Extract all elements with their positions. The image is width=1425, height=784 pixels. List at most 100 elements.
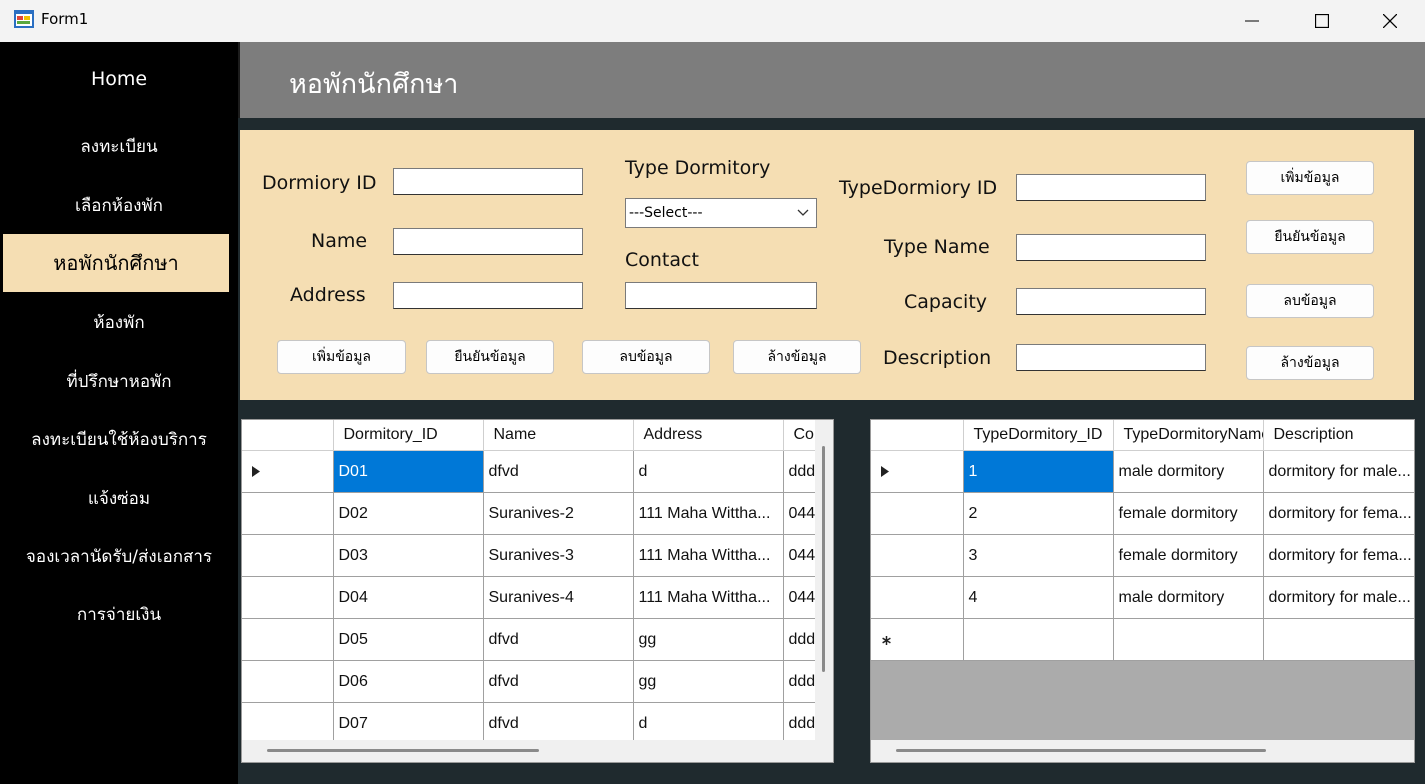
table-cell[interactable]: d: [633, 702, 784, 745]
type-dormitory-select[interactable]: ---Select---: [625, 198, 817, 228]
column-header[interactable]: TypeDormitoryName: [1113, 420, 1264, 451]
row-header[interactable]: [242, 492, 334, 535]
table-row[interactable]: D06 dfvd gg ddd: [242, 660, 823, 703]
row-header[interactable]: [242, 702, 334, 745]
address-field[interactable]: [393, 282, 583, 309]
sidebar-item-select-room[interactable]: เลือกห้องพัก: [0, 196, 238, 216]
table-row[interactable]: 2 female dormitory dormitory for fema...: [871, 492, 1414, 535]
sidebar-item-room[interactable]: ห้องพัก: [0, 313, 238, 333]
minimize-button[interactable]: [1217, 0, 1287, 42]
vertical-scrollbar[interactable]: [815, 420, 833, 740]
table-cell[interactable]: D01: [333, 450, 484, 493]
contact-field[interactable]: [625, 282, 817, 309]
type-add-button[interactable]: เพิ่มข้อมูล: [1246, 161, 1374, 195]
sidebar-item-service-room[interactable]: ลงทะเบียนใช้ห้องบริการ: [0, 430, 238, 450]
table-cell[interactable]: [1263, 618, 1414, 661]
type-confirm-button[interactable]: ยืนยันข้อมูล: [1246, 220, 1374, 254]
type-dormitory-id-field[interactable]: [1016, 174, 1206, 201]
table-cell[interactable]: gg: [633, 618, 784, 661]
table-row[interactable]: 4 male dormitory dormitory for male...: [871, 576, 1414, 619]
dorm-clear-button[interactable]: ล้างข้อมูล: [733, 340, 861, 374]
dormitory-id-field[interactable]: [393, 168, 583, 195]
scrollbar-thumb[interactable]: [896, 749, 1266, 752]
type-dormitory-grid[interactable]: TypeDormitory_ID TypeDormitoryName Descr…: [870, 419, 1415, 763]
type-delete-button[interactable]: ลบข้อมูล: [1246, 284, 1374, 318]
capacity-field[interactable]: [1016, 288, 1206, 315]
column-header[interactable]: Dormitory_ID: [333, 420, 484, 451]
table-cell[interactable]: D05: [333, 618, 484, 661]
table-cell[interactable]: female dormitory: [1113, 492, 1264, 535]
table-cell[interactable]: [1113, 618, 1264, 661]
sidebar-item-home[interactable]: Home: [0, 69, 238, 89]
close-button[interactable]: [1355, 0, 1425, 42]
table-cell[interactable]: dfvd: [483, 660, 634, 703]
table-cell[interactable]: D06: [333, 660, 484, 703]
table-cell[interactable]: 3: [963, 534, 1114, 577]
dorm-add-button[interactable]: เพิ่มข้อมูล: [277, 340, 406, 374]
dorm-delete-button[interactable]: ลบข้อมูล: [582, 340, 710, 374]
table-cell[interactable]: D07: [333, 702, 484, 745]
row-header[interactable]: [871, 576, 964, 619]
name-field[interactable]: [393, 228, 583, 255]
table-cell[interactable]: 111 Maha Wittha...: [633, 492, 784, 535]
table-row[interactable]: D04 Suranives-4 111 Maha Wittha... 044: [242, 576, 823, 619]
table-cell[interactable]: 111 Maha Wittha...: [633, 576, 784, 619]
row-header[interactable]: [871, 450, 964, 493]
table-row[interactable]: D03 Suranives-3 111 Maha Wittha... 044: [242, 534, 823, 577]
row-header[interactable]: [871, 618, 964, 661]
table-row[interactable]: 1 male dormitory dormitory for male...: [871, 450, 1414, 493]
table-cell[interactable]: dormitory for fema...: [1263, 534, 1414, 577]
table-cell[interactable]: [963, 618, 1114, 661]
table-row[interactable]: D05 dfvd gg ddd: [242, 618, 823, 661]
row-header[interactable]: [242, 534, 334, 577]
table-cell[interactable]: 2: [963, 492, 1114, 535]
table-cell[interactable]: dormitory for fema...: [1263, 492, 1414, 535]
horizontal-scrollbar[interactable]: [871, 740, 1414, 762]
table-cell[interactable]: Suranives-2: [483, 492, 634, 535]
scrollbar-thumb[interactable]: [822, 446, 825, 672]
column-header[interactable]: Name: [483, 420, 634, 451]
scrollbar-thumb[interactable]: [267, 749, 539, 752]
table-cell[interactable]: 4: [963, 576, 1114, 619]
sidebar-item-register[interactable]: ลงทะเบียน: [0, 137, 238, 157]
table-cell[interactable]: D02: [333, 492, 484, 535]
table-cell[interactable]: 1: [963, 450, 1114, 493]
table-cell[interactable]: Suranives-4: [483, 576, 634, 619]
maximize-button[interactable]: [1287, 0, 1357, 42]
dormitory-grid[interactable]: Dormitory_ID Name Address Co D01 dfvd d …: [241, 419, 834, 763]
sidebar-item-repair[interactable]: แจ้งซ่อม: [0, 489, 238, 509]
horizontal-scrollbar[interactable]: [242, 740, 833, 762]
column-header[interactable]: Description: [1263, 420, 1414, 451]
row-header[interactable]: [242, 576, 334, 619]
row-header[interactable]: [871, 492, 964, 535]
dorm-confirm-button[interactable]: ยืนยันข้อมูล: [426, 340, 554, 374]
type-name-field[interactable]: [1016, 234, 1206, 261]
table-cell[interactable]: female dormitory: [1113, 534, 1264, 577]
row-header[interactable]: [242, 450, 334, 493]
table-cell[interactable]: male dormitory: [1113, 576, 1264, 619]
row-header[interactable]: [242, 618, 334, 661]
row-header[interactable]: [242, 660, 334, 703]
table-cell[interactable]: dfvd: [483, 618, 634, 661]
new-row[interactable]: [871, 618, 1414, 661]
table-cell[interactable]: Suranives-3: [483, 534, 634, 577]
table-row[interactable]: 3 female dormitory dormitory for fema...: [871, 534, 1414, 577]
table-cell[interactable]: d: [633, 450, 784, 493]
table-cell[interactable]: D04: [333, 576, 484, 619]
column-header[interactable]: Address: [633, 420, 784, 451]
column-header[interactable]: TypeDormitory_ID: [963, 420, 1114, 451]
sidebar-item-dormitory[interactable]: หอพักนักศึกษา: [3, 234, 229, 292]
table-cell[interactable]: dormitory for male...: [1263, 450, 1414, 493]
table-cell[interactable]: male dormitory: [1113, 450, 1264, 493]
table-cell[interactable]: dormitory for male...: [1263, 576, 1414, 619]
table-cell[interactable]: gg: [633, 660, 784, 703]
table-cell[interactable]: D03: [333, 534, 484, 577]
description-field[interactable]: [1016, 344, 1206, 371]
table-row[interactable]: D01 dfvd d ddd: [242, 450, 823, 493]
table-cell[interactable]: dfvd: [483, 450, 634, 493]
sidebar-item-appointment[interactable]: จองเวลานัดรับ/ส่งเอกสาร: [0, 547, 238, 567]
table-row[interactable]: D02 Suranives-2 111 Maha Wittha... 044: [242, 492, 823, 535]
row-header[interactable]: [871, 534, 964, 577]
sidebar-item-advisor[interactable]: ที่ปรึกษาหอพัก: [0, 372, 238, 392]
table-row[interactable]: D07 dfvd d ddd: [242, 702, 823, 745]
